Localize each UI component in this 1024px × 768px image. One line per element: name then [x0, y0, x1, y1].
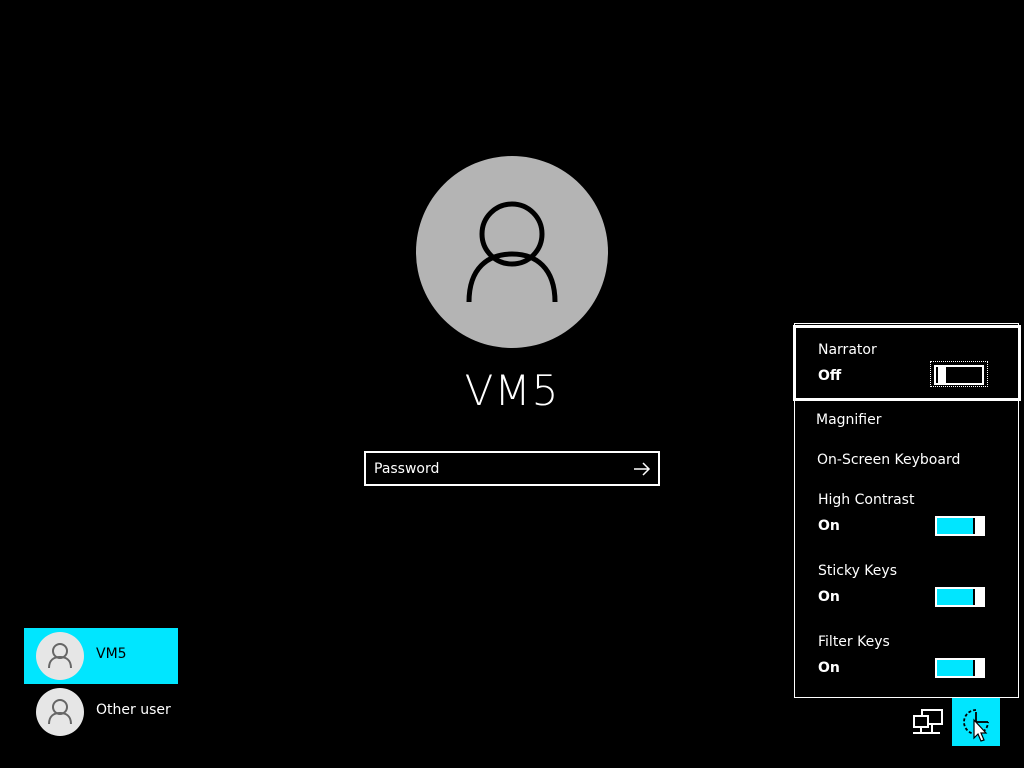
user-tile-label: Other user — [96, 702, 171, 718]
magnifier-item[interactable]: Magnifier — [795, 410, 1018, 440]
high-contrast-toggle[interactable] — [935, 516, 985, 536]
toggle-fill — [937, 518, 973, 534]
filter-keys-toggle[interactable] — [935, 658, 985, 678]
narrator-toggle[interactable] — [934, 365, 984, 385]
avatar — [36, 632, 84, 680]
toggle-knob — [938, 367, 946, 383]
ease-of-access-menu: Narrator Off Magnifier On-Screen Keyboar… — [793, 323, 1021, 698]
high-contrast-label: High Contrast — [818, 492, 915, 508]
toggle-knob — [975, 589, 983, 605]
toggle-fill — [937, 660, 973, 676]
high-contrast-item[interactable]: High Contrast On — [795, 490, 1018, 550]
submit-button[interactable] — [632, 459, 652, 479]
user-tile-other-user[interactable]: Other user — [24, 684, 178, 740]
onscreen-keyboard-item[interactable]: On-Screen Keyboard — [795, 450, 1018, 480]
cursor-icon — [973, 718, 988, 742]
sticky-keys-toggle[interactable] — [935, 587, 985, 607]
narrator-state: Off — [818, 368, 842, 384]
filter-keys-label: Filter Keys — [818, 634, 890, 650]
filter-keys-item[interactable]: Filter Keys On — [795, 632, 1018, 692]
user-icon — [48, 699, 72, 725]
narrator-label: Narrator — [818, 342, 877, 358]
arrow-right-icon — [634, 462, 651, 476]
network-button[interactable] — [908, 700, 948, 744]
toggle-fill — [937, 589, 973, 605]
lock-screen: VM5 VM5 Other user Narrator Off Magnifie… — [0, 0, 1024, 768]
sticky-keys-state: On — [818, 589, 840, 605]
user-icon — [48, 643, 72, 669]
user-tile-label: VM5 — [96, 646, 127, 662]
password-field[interactable] — [364, 451, 660, 486]
username-label: VM5 — [464, 366, 560, 415]
toggle-knob — [975, 518, 983, 534]
sticky-keys-item[interactable]: Sticky Keys On — [795, 561, 1018, 621]
sticky-keys-label: Sticky Keys — [818, 563, 897, 579]
high-contrast-state: On — [818, 518, 840, 534]
user-tile-vm5[interactable]: VM5 — [24, 628, 178, 684]
network-icon — [913, 709, 943, 734]
onscreen-keyboard-label: On-Screen Keyboard — [817, 452, 961, 468]
password-input[interactable] — [374, 453, 622, 484]
filter-keys-state: On — [818, 660, 840, 676]
avatar — [36, 688, 84, 736]
magnifier-label: Magnifier — [816, 412, 882, 428]
user-avatar — [416, 156, 608, 348]
ease-of-access-button[interactable] — [952, 698, 1000, 746]
narrator-item[interactable]: Narrator Off — [793, 325, 1021, 401]
ease-of-access-icon — [963, 709, 989, 742]
user-avatar-icon — [466, 201, 558, 303]
toggle-knob — [975, 660, 983, 676]
